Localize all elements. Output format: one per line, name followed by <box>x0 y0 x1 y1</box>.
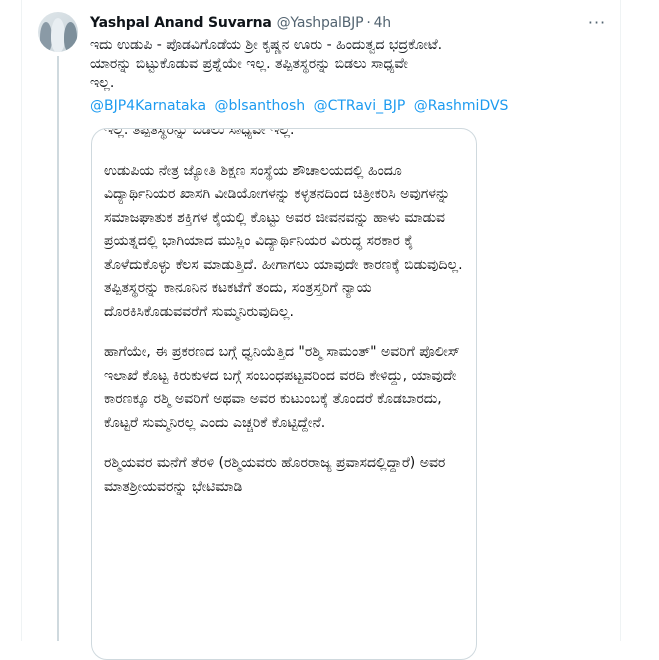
mention-link[interactable]: @BJP4Karnataka <box>90 98 206 114</box>
mention-link[interactable]: @CTRavi_BJP <box>314 98 406 114</box>
media-paragraph: ಹಾಗೆಯೇ, ಈ ಪ್ರಕರಣದ ಬಗ್ಗೆ ಧ್ವನಿಯೆತ್ತಿದ "ರಶ… <box>104 344 460 431</box>
header-separator: · <box>366 15 371 31</box>
tweet-header: Yashpal Anand Suvarna @YashpalBJP · 4h <box>90 13 391 33</box>
mention-link[interactable]: @blsanthosh <box>215 98 306 114</box>
tweet-text-line: ಇಲ್ಲ. <box>90 75 115 91</box>
thread-connector-line <box>57 56 59 641</box>
tweet-text-line: ಇದು ಉಡುಪಿ - ಪೊಡವಿಗೊಡೆಯ ಶ್ರೀ ಕೃಷ್ಣನ ಊರು -… <box>90 37 443 53</box>
tweet-mentions: @BJP4Karnataka @blsanthosh @CTRavi_BJP @… <box>90 97 605 116</box>
mention-link[interactable]: @RashmiDVS <box>414 98 509 114</box>
media-paragraph: ಉಡುಪಿಯ ನೇತ್ರ ಜ್ಯೋತಿ ಶಿಕ್ಷಣ ಸಂಸ್ಥೆಯ ಶೌಚಾಲ… <box>104 162 463 320</box>
author-name[interactable]: Yashpal Anand Suvarna <box>90 15 272 31</box>
media-paragraph: ರಶ್ಮಿಯವರ ಮನೆಗೆ ತೆರಳಿ (ರಶ್ಮಿಯವರು ಹೊರರಾಜ್ಯ… <box>104 455 446 495</box>
author-avatar[interactable] <box>38 12 78 52</box>
author-handle[interactable]: @YashpalBJP <box>277 15 364 31</box>
avatar-person-center <box>51 18 65 52</box>
tweet-text-line: ಯಾರನ್ನು ಬಿಟ್ಟುಕೊಡುವ ಪ್ರಶ್ನೆಯೇ ಇಲ್ಲ. ತಪ್ಪ… <box>90 56 408 72</box>
more-options-button[interactable]: ··· <box>585 12 609 32</box>
tweet-media-image[interactable]: ಇಲ್ಲ. ತಪ್ಪಿತಸ್ಥರನ್ನು ಬಿಡಲು ಸಾಧ್ಯವೇ ಇಲ್ಲ.… <box>91 128 477 660</box>
avatar-person-right <box>64 22 77 52</box>
media-paragraph: ಇಲ್ಲ. ತಪ್ಪಿತಸ್ಥರನ್ನು ಬಿಡಲು ಸಾಧ್ಯವೇ ಇಲ್ಲ. <box>104 128 295 138</box>
media-image-text: ಇಲ್ಲ. ತಪ್ಪಿತಸ್ಥರನ್ನು ಬಿಡಲು ಸಾಧ್ಯವೇ ಇಲ್ಲ.… <box>92 128 476 516</box>
tweet-text: ಇದು ಉಡುಪಿ - ಪೊಡವಿಗೊಡೆಯ ಶ್ರೀ ಕೃಷ್ಣನ ಊರು -… <box>90 36 605 93</box>
tweet-timestamp[interactable]: 4h <box>374 15 392 31</box>
more-horizontal-icon: ··· <box>587 12 607 32</box>
